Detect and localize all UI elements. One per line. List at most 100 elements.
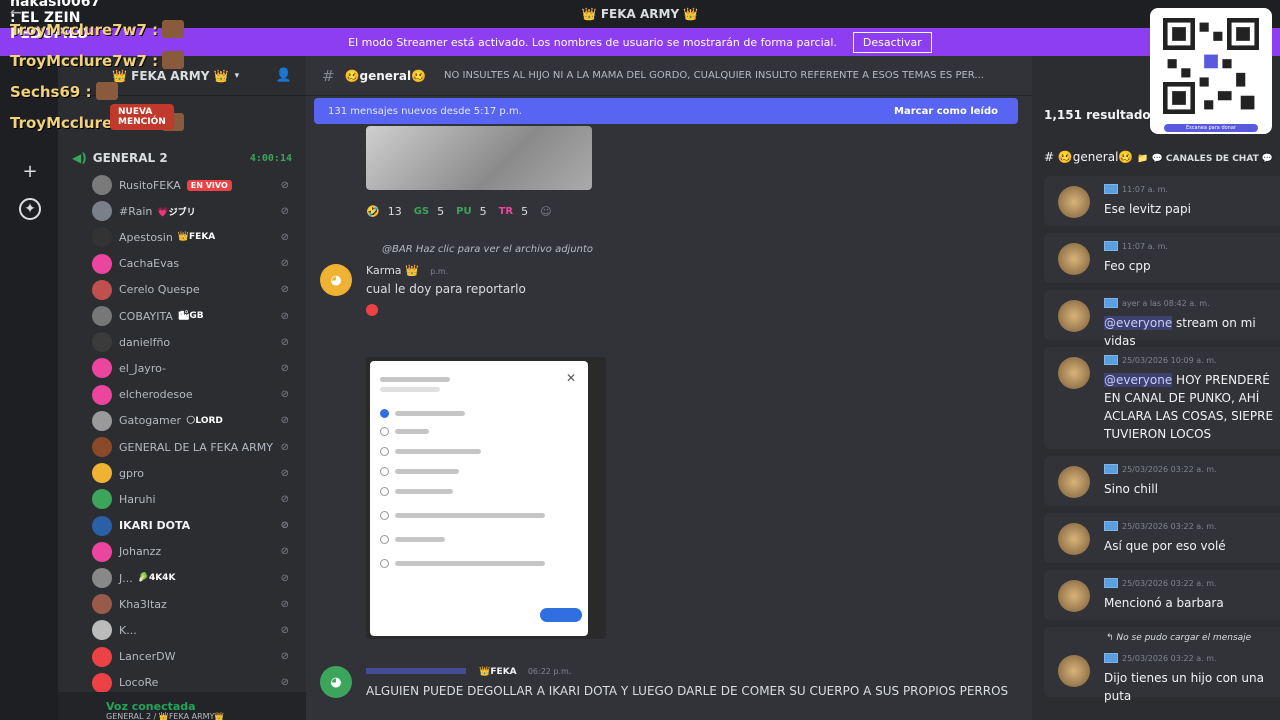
results-count: 1,151 resultados xyxy=(1044,108,1158,122)
message-time: 06:22 p.m. xyxy=(527,667,572,676)
muted-icon: ⊘ xyxy=(280,467,292,479)
voice-user[interactable]: J... 🥬4K4K ⊘ xyxy=(92,567,292,589)
search-result[interactable]: 25/03/2026 03:22 a. m. Así que por eso vo… xyxy=(1044,513,1280,563)
result-meta: 25/03/2026 03:22 a. m. xyxy=(1104,653,1217,663)
reaction[interactable]: PU 5 xyxy=(456,205,486,218)
add-server-icon[interactable]: + xyxy=(19,160,41,182)
hash-icon: # xyxy=(322,66,335,85)
result-time: ayer a las 08:42 a. m. xyxy=(1122,298,1210,308)
search-result[interactable]: 25/03/2026 03:22 a. m. Sino chill xyxy=(1044,456,1280,506)
window-title: 👑 FEKA ARMY 👑 xyxy=(581,7,699,21)
monitor-icon xyxy=(1104,578,1118,588)
avatar[interactable]: ◕ xyxy=(320,666,352,698)
message-author[interactable]: Karma 👑 xyxy=(366,264,419,277)
result-meta: 25/03/2026 03:22 a. m. xyxy=(1104,578,1217,588)
results-channel-name: # 🥴general🥴 xyxy=(1044,150,1134,164)
voice-user[interactable]: Kha3ltaz ⊘ xyxy=(92,593,292,615)
reaction[interactable]: 🤣 13 xyxy=(366,205,402,218)
search-result[interactable]: 11:07 a. m. Ese levitz papi xyxy=(1044,176,1280,226)
search-result[interactable]: ↰ No se pudo cargar el mensaje 25/03/2026… xyxy=(1044,627,1280,703)
muted-icon: ⊘ xyxy=(280,258,292,270)
muted-icon: ⊘ xyxy=(280,598,292,610)
muted-icon: ⊘ xyxy=(280,231,292,243)
avatar xyxy=(92,384,112,405)
channel-topic[interactable]: NO INSULTES AL HIJO NI A LA MAMÁ DEL GOR… xyxy=(444,70,1024,81)
voice-user[interactable]: danielfño ⊘ xyxy=(92,331,292,353)
hidden-username[interactable] xyxy=(366,668,466,674)
result-meta: 11:07 a. m. xyxy=(1104,184,1168,194)
mention[interactable]: @everyone xyxy=(1104,373,1173,387)
invite-icon[interactable]: 👤 xyxy=(276,68,292,83)
overlay-chat-line: TroyMcclure7w7 : xyxy=(10,51,185,70)
avatar xyxy=(92,646,112,667)
monitor-icon xyxy=(1104,521,1118,531)
monitor-icon xyxy=(1104,184,1118,194)
avatar xyxy=(92,201,112,222)
result-text: @everyone HOY PRENDERÉ EN CANAL DE PUNKO… xyxy=(1104,371,1280,443)
results-channel-header[interactable]: # 🥴general🥴 📁 💬 CANALES DE CHAT 💬 xyxy=(1044,150,1273,164)
voice-user[interactable]: elcherodesoe ⊘ xyxy=(92,384,292,406)
add-reaction-icon[interactable]: ☺ xyxy=(540,205,551,218)
discover-icon[interactable]: ✦ xyxy=(19,198,41,220)
server-name: 👑 FEKA ARMY 👑 xyxy=(112,68,229,83)
reaction[interactable]: GS 5 xyxy=(414,205,444,218)
new-messages-bar[interactable]: 131 mensajes nuevos desde 5:17 p.m. Marc… xyxy=(314,98,1018,124)
image-attachment[interactable] xyxy=(366,126,592,190)
voice-user[interactable]: Apestosin 👑FEKA ⊘ xyxy=(92,226,292,248)
voice-user-name: RusitoFEKA xyxy=(119,178,181,192)
voice-user[interactable]: RusitoFEKA EN VIVO ⊘ xyxy=(92,174,292,196)
channel-sidebar: 👑 FEKA ARMY 👑 ▾ 👤 ◀) GENERAL 2 4:00:14 R… xyxy=(58,56,306,720)
voice-user[interactable]: K... ⊘ xyxy=(92,619,292,641)
voice-connected-channel: GENERAL 2 / 👑FEKA ARMY👑 xyxy=(106,712,225,720)
new-mention-badge[interactable]: NUEVA MENCIÓN xyxy=(110,104,174,130)
result-time: 25/03/2026 03:22 a. m. xyxy=(1122,464,1217,474)
voice-user-name: Cerelo Quespe xyxy=(119,283,200,297)
search-result[interactable]: 25/03/2026 10:09 a. m. @everyone HOY PREN… xyxy=(1044,347,1280,449)
mention[interactable]: @everyone xyxy=(1104,316,1173,330)
voice-user[interactable]: CachaEvas ⊘ xyxy=(92,253,292,275)
reaction-emoji: TR xyxy=(498,205,514,217)
result-meta: 25/03/2026 03:22 a. m. xyxy=(1104,464,1217,474)
voice-user-name: Johanzz xyxy=(119,545,162,559)
voice-user[interactable]: Haruhi ⊘ xyxy=(92,488,292,510)
voice-user[interactable]: LancerDW ⊘ xyxy=(92,646,292,668)
reply-preview[interactable]: @BAR Haz clic para ver el archivo adjunt… xyxy=(382,244,593,255)
monitor-icon xyxy=(1104,464,1118,474)
avatar xyxy=(92,594,112,615)
mark-as-read-button[interactable]: Marcar como leído xyxy=(894,106,998,117)
result-text: Así que por eso volé xyxy=(1104,537,1280,555)
avatar[interactable]: ◕ xyxy=(320,264,352,296)
muted-icon: ⊘ xyxy=(280,651,292,663)
voice-user-name: LocoRe xyxy=(119,676,159,690)
disable-streamer-mode-button[interactable]: Desactivar xyxy=(852,31,932,53)
message-text: cual le doy para reportarlo xyxy=(366,282,526,296)
screenshot-attachment[interactable]: ✕ xyxy=(366,357,606,639)
voice-user[interactable]: Gatogamer 🌕LORD ⊘ xyxy=(92,410,292,432)
reaction[interactable]: TR 5 xyxy=(499,205,529,218)
voice-user[interactable]: el_Jayro- ⊘ xyxy=(92,357,292,379)
voice-user[interactable]: Cerelo Quespe ⊘ xyxy=(92,279,292,301)
monitor-icon xyxy=(1104,355,1118,365)
voice-user[interactable]: LocoRe ⊘ xyxy=(92,672,292,694)
avatar xyxy=(1058,580,1090,612)
voice-user-name: IKARI DOTA xyxy=(119,519,191,533)
search-result[interactable]: 11:07 a. m. Feo cpp xyxy=(1044,233,1280,283)
voice-user[interactable]: COBAYITA 🏙GB ⊘ xyxy=(92,305,292,327)
muted-icon: ⊘ xyxy=(280,389,292,401)
voice-channel-general-2[interactable]: ◀) GENERAL 2 4:00:14 xyxy=(72,148,298,168)
voice-user[interactable]: #Rain 💗ジブリ ⊘ xyxy=(92,200,292,222)
report-dialog-image: ✕ xyxy=(370,361,588,636)
message-text: ALGUIEN PUEDE DEGOLLAR A IKARI DOTA Y LU… xyxy=(366,684,1009,698)
voice-user[interactable]: GENERAL DE LA FEKA ARMY ⊘ xyxy=(92,436,292,458)
avatar xyxy=(92,410,112,431)
muted-icon: ⊘ xyxy=(280,572,292,584)
search-result[interactable]: ayer a las 08:42 a. m. @everyone stream o… xyxy=(1044,290,1280,348)
voice-user[interactable]: IKARI DOTA ⊘ xyxy=(92,515,292,537)
muted-icon: ⊘ xyxy=(280,520,292,532)
voice-user[interactable]: gpro ⊘ xyxy=(92,462,292,484)
result-text: Dijo tienes un hijo con una puta xyxy=(1104,669,1280,705)
voice-user[interactable]: Johanzz ⊘ xyxy=(92,541,292,563)
search-result[interactable]: 25/03/2026 03:22 a. m. Mencionó a barbara xyxy=(1044,570,1280,620)
result-meta: 25/03/2026 03:22 a. m. xyxy=(1104,521,1217,531)
discord-window: ← 👑 FEKA ARMY 👑 El modo Streamer está ac… xyxy=(0,0,1280,720)
